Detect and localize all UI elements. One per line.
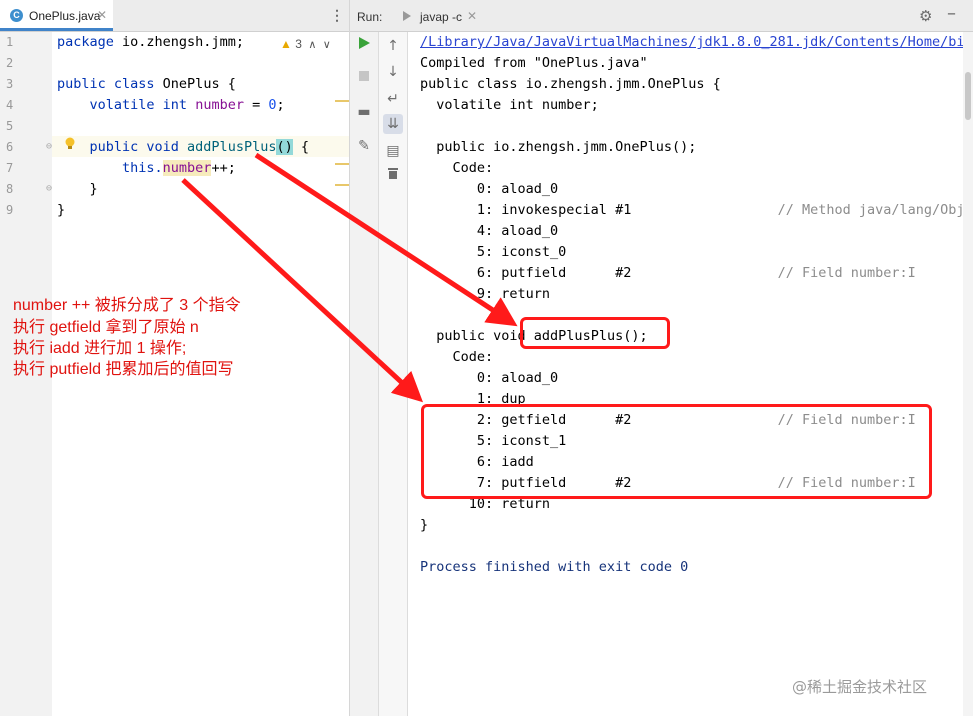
- arrow-to-bytecode: [181, 178, 424, 403]
- watermark: @稀土掘金技术社区: [792, 678, 928, 696]
- arrow-to-method: [254, 152, 518, 327]
- annotation-arrows: [181, 152, 518, 403]
